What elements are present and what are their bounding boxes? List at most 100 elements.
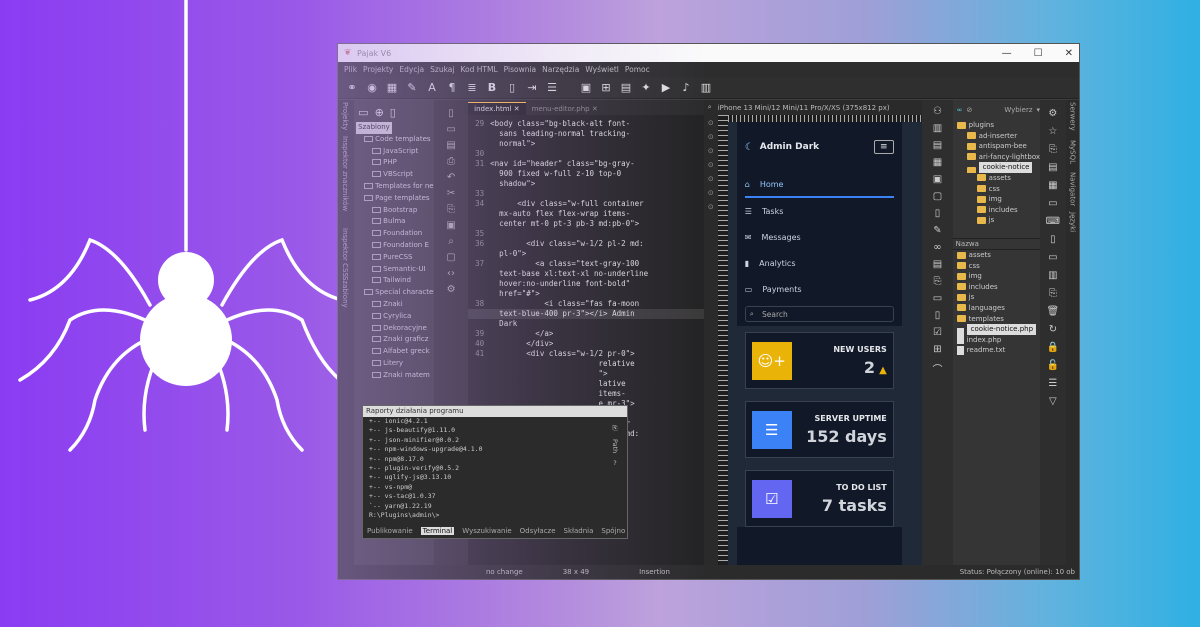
align-icon[interactable]: ≣ — [464, 81, 480, 94]
hook-icon[interactable]: ⌒ — [932, 361, 942, 376]
text-color-icon[interactable]: A — [424, 81, 440, 94]
tree-node[interactable]: Code templates — [354, 134, 434, 146]
file-icon[interactable]: ▯ — [1050, 234, 1056, 245]
vtab-serwery[interactable]: Serwery — [1069, 102, 1077, 131]
help-icon[interactable]: ? — [613, 459, 616, 467]
tree-node[interactable]: Znaki matem — [354, 370, 434, 382]
vtab-inspektor-css[interactable]: Inspektor CSS — [341, 228, 349, 277]
tree-node[interactable]: Znaki — [354, 299, 434, 311]
file-list-item[interactable]: img — [953, 271, 1040, 282]
settings-icon[interactable]: ⚙ — [447, 284, 456, 295]
folder-tree-node[interactable]: css — [953, 184, 1040, 195]
menu-item-narzedzia[interactable]: Narzędzia — [542, 65, 579, 74]
trash-icon[interactable]: 🗑 — [1047, 306, 1060, 317]
tool-icon[interactable]: ⊙ — [708, 203, 714, 211]
file-list-item[interactable]: languages — [953, 303, 1040, 314]
report-tab[interactable]: Publikowanie — [367, 527, 413, 535]
gamepad-icon[interactable]: ⚇ — [933, 106, 942, 117]
tab-index-html[interactable]: index.html ✕ — [468, 102, 526, 115]
tool-icon[interactable]: ⊙ — [708, 147, 714, 155]
tool-icon[interactable]: ⊙ — [708, 119, 714, 127]
copy-icon[interactable]: ⎘ — [933, 276, 941, 287]
pen-icon[interactable]: ✎ — [933, 225, 941, 236]
menu-item-projekty[interactable]: Projekty — [363, 65, 393, 74]
vtab-jezyki[interactable]: Języki — [1069, 212, 1077, 232]
tree-node[interactable]: Litery — [354, 358, 434, 370]
indent-icon[interactable]: ⇥ — [524, 81, 540, 94]
paragraph-icon[interactable]: ¶ — [444, 81, 460, 94]
nav-item-home[interactable]: ⌂ Home — [744, 172, 894, 198]
file-list-item[interactable]: readme.txt — [953, 345, 1040, 356]
nav-item-messages[interactable]: ✉ Messages — [745, 224, 894, 250]
copy-icon[interactable]: ⎘ — [447, 204, 455, 215]
tree-node[interactable]: VBScript — [354, 169, 434, 181]
menu-item-pomoc[interactable]: Pomoc — [625, 65, 650, 74]
server-icon[interactable]: ▥ — [1048, 270, 1057, 281]
report-tab[interactable]: Spójno — [601, 527, 625, 535]
nav-item-payments[interactable]: ▭ Payments — [745, 276, 894, 302]
tree-node[interactable]: Znaki graficz — [354, 334, 434, 346]
menu-item-plik[interactable]: Plik — [344, 65, 357, 74]
server-icon[interactable]: ▥ — [933, 123, 942, 134]
tree-node[interactable]: Dekoracyjne — [354, 323, 434, 335]
sitemap-icon[interactable]: ⊞ — [933, 344, 941, 355]
filter-icon[interactable]: ▽ — [1049, 396, 1057, 407]
tree-node[interactable]: Szablony — [354, 122, 434, 134]
file-list-item[interactable]: js — [953, 292, 1040, 303]
document-icon[interactable]: ▤ — [933, 259, 942, 270]
video-icon[interactable]: ▶ — [658, 81, 674, 94]
folder-tree-node[interactable]: assets — [953, 173, 1040, 184]
copy-icon[interactable]: ⎘ — [1049, 288, 1057, 299]
menu-item-edycja[interactable]: Edycja — [399, 65, 424, 74]
magic-icon[interactable]: ✦ — [638, 81, 654, 94]
file-list-item[interactable]: includes — [953, 282, 1040, 293]
frame-icon[interactable]: ▢ — [933, 191, 942, 202]
eye-icon[interactable]: ◉ — [364, 81, 380, 94]
window-icon[interactable]: ▭ — [1048, 198, 1057, 209]
device-selector[interactable]: iPhone 13 Mini/12 Mini/11 Pro/X/XS (375x… — [718, 104, 890, 112]
search-icon[interactable]: ⌕ — [708, 103, 712, 112]
nav-item-analytics[interactable]: ▮ Analytics — [745, 250, 894, 276]
tree-node[interactable]: Alfabet greck — [354, 346, 434, 358]
list-icon[interactable]: ☰ — [544, 81, 560, 94]
tree-node[interactable]: JavaScript — [354, 146, 434, 158]
tree-node[interactable]: Bootstrap — [354, 205, 434, 217]
folder-tree-node[interactable]: includes — [953, 205, 1040, 216]
nav-item-tasks[interactable]: ☰ Tasks — [745, 198, 894, 224]
block-icon[interactable]: ▢ — [446, 252, 455, 263]
gallery-icon[interactable]: ▤ — [618, 81, 634, 94]
report-tab[interactable]: Składnia — [564, 527, 594, 535]
folder-tree-node[interactable]: plugins — [953, 120, 1040, 131]
vtab-navigator[interactable]: Navigator — [1069, 172, 1077, 206]
tree-node[interactable]: Cyrylica — [354, 311, 434, 323]
minimize-button[interactable]: — — [1002, 48, 1012, 59]
vtab-inspektor-znacznikow[interactable]: Inspektor znaczników — [341, 136, 349, 211]
check-icon[interactable]: ☑ — [933, 327, 942, 338]
tree-node[interactable]: Semantic-UI — [354, 264, 434, 276]
tree-node[interactable]: Page templates — [354, 193, 434, 205]
file-list-item[interactable]: templates — [953, 314, 1040, 325]
tree-node[interactable]: PHP — [354, 157, 434, 169]
new-file-icon[interactable]: ▯ — [448, 108, 454, 119]
insert-image-icon[interactable]: ⊞ — [598, 81, 614, 94]
path-label[interactable]: Path — [611, 439, 619, 453]
page-icon[interactable]: ▯ — [504, 81, 520, 94]
folder-tree-node[interactable]: ad-inserter — [953, 131, 1040, 142]
grid-icon[interactable]: ▦ — [1048, 180, 1057, 191]
link-icon[interactable]: ⚭ — [344, 81, 360, 94]
tree-node[interactable]: Foundation E — [354, 240, 434, 252]
close-button[interactable]: ✕ — [1065, 48, 1073, 59]
pdf-icon[interactable]: ▯ — [935, 310, 941, 321]
table-icon[interactable]: ▦ — [384, 81, 400, 94]
print-icon[interactable]: ⎙ — [447, 156, 455, 167]
tab-menu-editor-php[interactable]: menu-editor.php ✕ — [526, 102, 604, 115]
folder-icon[interactable]: ▭ — [1048, 252, 1057, 263]
vtab-projekty[interactable]: Projekty — [341, 102, 349, 130]
paste-icon[interactable]: ▣ — [446, 220, 455, 231]
hamburger-menu-button[interactable]: ≡ — [873, 140, 894, 154]
binary-icon[interactable]: ▤ — [1048, 162, 1057, 173]
tool-icon[interactable]: ⊙ — [708, 133, 714, 141]
server-dropdown[interactable]: Wybierz — [1004, 106, 1032, 114]
binoculars-icon[interactable]: ∞ — [933, 242, 941, 253]
menu-item-szukaj[interactable]: Szukaj — [430, 65, 454, 74]
